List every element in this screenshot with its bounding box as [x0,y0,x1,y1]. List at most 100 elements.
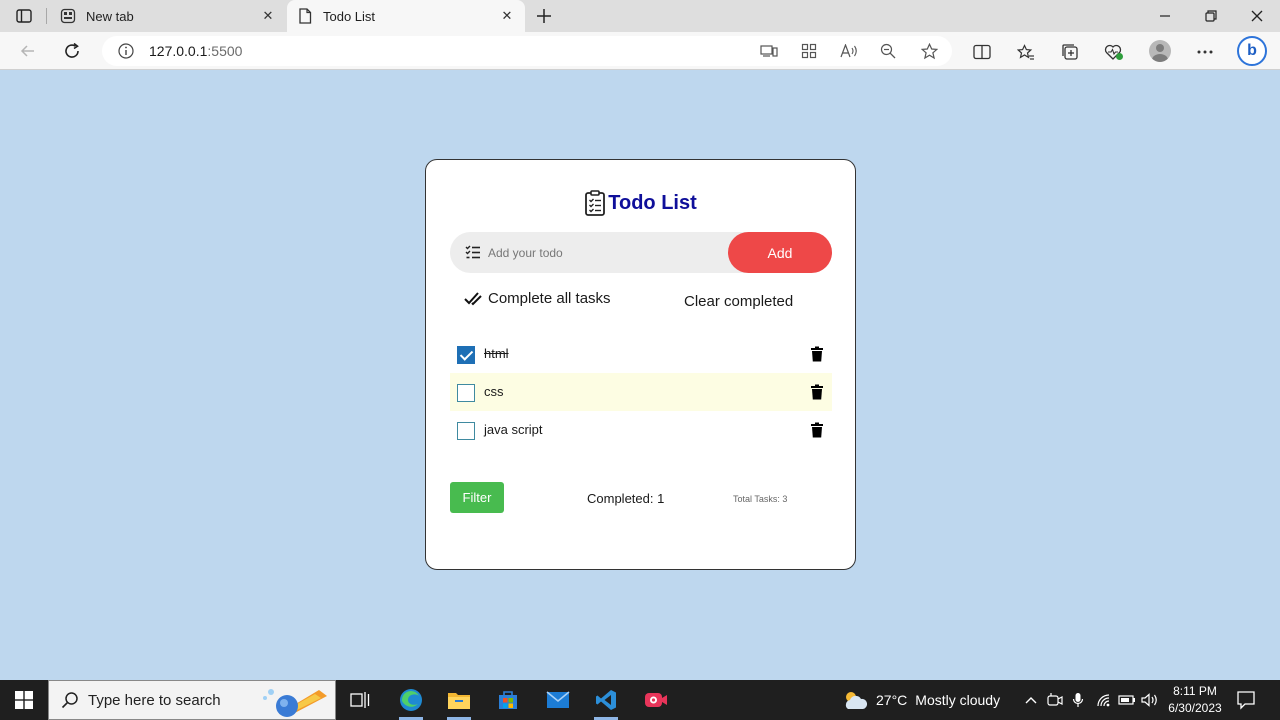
volume-icon[interactable] [1141,690,1159,710]
windows-logo-icon [15,691,33,709]
double-check-icon [464,291,482,305]
weather-temperature: 27°C [876,692,908,708]
url-host: 127.0.0.1 [149,43,208,59]
clock-time: 8:11 PM [1173,684,1217,698]
zoom-out-icon[interactable] [878,41,898,61]
todo-list: html css java script [450,335,832,449]
start-button[interactable] [0,680,48,720]
vscode-icon [596,690,616,710]
todo-item: java script [450,411,832,449]
weather-widget[interactable]: 27°C Mostly cloudy [842,680,1000,720]
minimize-icon [1160,15,1170,17]
add-button[interactable]: Add [728,232,832,273]
address-bar: 127.0.0.1:5500 b [0,32,1280,70]
taskbar: Type here to search 27°C Mostly cloudy 8… [0,680,1280,720]
tab-bar: New tab ✕ Todo List ✕ [0,0,1280,32]
wifi-icon[interactable] [1095,690,1113,710]
tab-actions-icon[interactable] [10,6,38,26]
newtab-icon [60,8,76,24]
clipboard-icon [585,190,606,216]
todo-checkbox[interactable] [457,422,475,440]
task-view-button[interactable] [336,680,384,720]
search-placeholder: Type here to search [88,691,221,709]
restore-button[interactable] [1188,0,1234,32]
todo-item: html [450,335,832,373]
folder-icon [448,693,470,709]
read-aloud-icon[interactable] [839,41,859,61]
todo-text: html [484,346,509,361]
weather-description: Mostly cloudy [915,692,1001,708]
todo-item: css [450,373,832,411]
favorite-star-icon[interactable] [919,41,939,61]
close-icon [1251,10,1263,22]
trash-icon[interactable] [810,384,824,400]
microphone-icon[interactable] [1069,690,1087,710]
todo-checkbox[interactable] [457,346,475,364]
tab-separator [46,8,47,24]
device-icon[interactable] [759,41,779,61]
new-tab-button[interactable] [532,4,556,28]
todo-text: java script [484,422,543,437]
trash-icon[interactable] [810,346,824,362]
taskbar-store[interactable] [484,680,532,720]
apps-icon[interactable] [799,41,819,61]
taskbar-search[interactable]: Type here to search [48,680,336,720]
battery-icon[interactable] [1118,690,1136,710]
tab-todo-list[interactable]: Todo List ✕ [287,0,525,32]
filter-button[interactable]: Filter [450,482,504,513]
complete-all-button[interactable]: Complete all tasks [464,290,611,307]
search-icon [61,692,78,709]
reload-button[interactable] [58,37,86,65]
url-text: 127.0.0.1:5500 [149,43,242,59]
total-tasks-count: Total Tasks: 3 [733,494,788,504]
edge-icon [400,689,422,711]
profile-avatar[interactable] [1149,40,1171,62]
todo-checkbox[interactable] [457,384,475,402]
close-icon[interactable]: ✕ [497,6,517,26]
meet-now-icon[interactable] [1046,690,1064,710]
more-options-icon[interactable] [1194,41,1216,63]
store-icon [499,691,517,709]
info-icon[interactable] [117,42,135,60]
list-check-icon [465,245,480,259]
taskbar-recorder[interactable] [632,680,680,720]
tab-title: Todo List [323,8,376,24]
task-view-icon [350,692,370,708]
bing-copilot-icon[interactable]: b [1237,36,1267,66]
page-title: Todo List [426,190,855,216]
todo-text: css [484,384,504,399]
mail-icon [546,691,570,708]
taskbar-clock[interactable]: 8:11 PM 6/30/2023 [1163,683,1227,717]
todo-form: Add [450,232,832,273]
taskbar-edge[interactable] [387,680,435,720]
restore-icon [1205,10,1217,22]
back-button[interactable] [14,37,42,65]
screen-recorder-icon [645,693,667,707]
close-icon[interactable]: ✕ [258,6,278,26]
complete-all-label: Complete all tasks [488,290,611,307]
clear-completed-button[interactable]: Clear completed [684,293,793,310]
todo-input[interactable] [488,232,728,273]
close-window-button[interactable] [1234,0,1280,32]
tab-title: New tab [86,8,134,24]
taskbar-vscode[interactable] [582,680,630,720]
reload-icon [65,42,79,58]
performance-heart-icon[interactable] [1103,41,1125,63]
split-screen-icon[interactable] [971,41,993,63]
minimize-button[interactable] [1142,0,1188,32]
clock-date: 6/30/2023 [1168,701,1222,715]
chevron-up-icon[interactable] [1022,690,1040,710]
tab-new-tab[interactable]: New tab ✕ [50,0,286,32]
favorites-icon[interactable] [1015,41,1037,63]
plus-icon [537,9,551,23]
taskbar-file-explorer[interactable] [435,680,483,720]
completed-count: Completed: 1 [587,491,665,506]
url-bar[interactable]: 127.0.0.1:5500 [102,36,952,66]
taskbar-mail[interactable] [534,680,582,720]
title-text: Todo List [608,191,697,214]
partly-cloudy-icon [845,692,868,709]
trash-icon[interactable] [810,422,824,438]
notification-icon[interactable] [1236,690,1256,710]
todo-card: Todo List Add Complete all tasks Clear c… [425,159,856,570]
collections-icon[interactable] [1059,41,1081,63]
